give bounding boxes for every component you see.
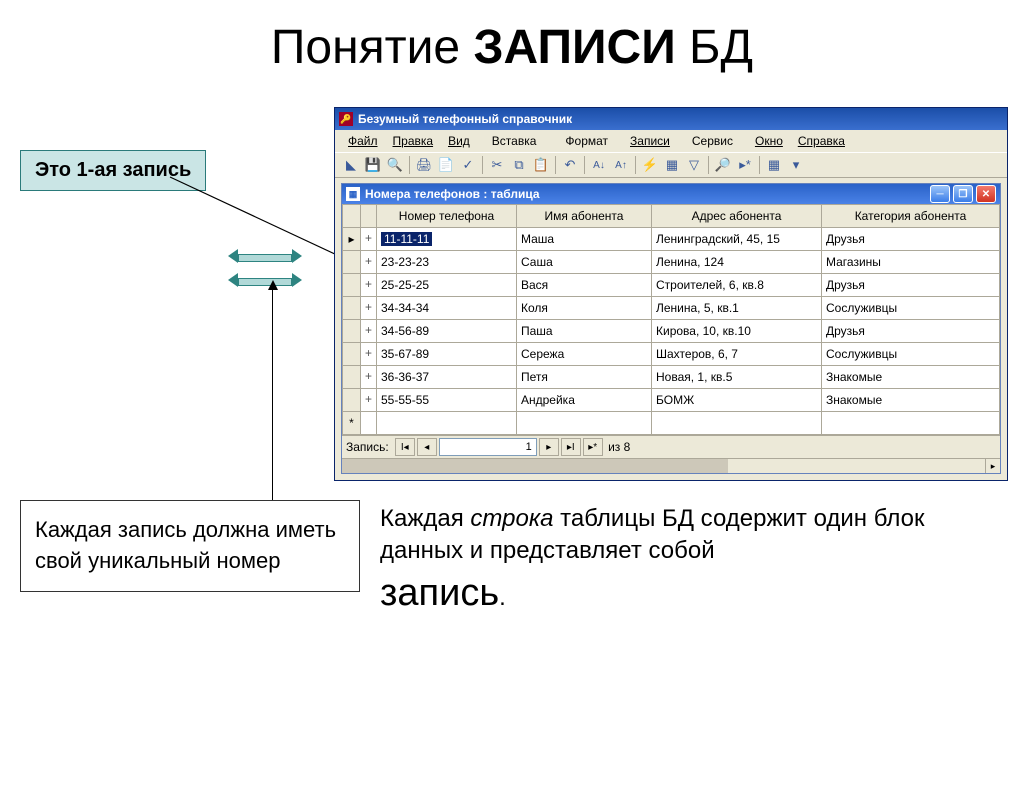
table-row[interactable]: +34-56-89ПашаКирова, 10, кв.10Друзья [343, 320, 1000, 343]
menu-insert[interactable]: Вставка [478, 132, 551, 150]
table-titlebar[interactable]: ▦ Номера телефонов : таблица ─ ❐ ✕ [342, 184, 1000, 204]
new-obj-icon[interactable]: ▾ [786, 156, 806, 174]
nav-first-icon[interactable]: I◂ [395, 438, 415, 456]
filter-form-icon[interactable]: ▦ [662, 156, 682, 174]
table-row[interactable]: +34-34-34КоляЛенина, 5, кв.1Сослуживцы [343, 297, 1000, 320]
col-cat[interactable]: Категория абонента [822, 205, 1000, 228]
col-phone[interactable]: Номер телефона [377, 205, 517, 228]
menu-tools[interactable]: Сервис [678, 132, 747, 150]
paste-icon[interactable]: 📋 [531, 156, 551, 174]
spell-icon[interactable]: ✓ [458, 156, 478, 174]
toolbar: ◣ 💾 🔍 🖨 📄 ✓ ✂ ⧉ 📋 ↶ A↓ A↑ ⚡ ▦ ▽ 🔎 ▸* ▦ ▾ [335, 152, 1007, 178]
table-row[interactable]: +25-25-25ВасяСтроителей, 6, кв.8Друзья [343, 274, 1000, 297]
db-window-icon[interactable]: ▦ [764, 156, 784, 174]
save-icon[interactable]: 💾 [363, 156, 383, 174]
table-row-new[interactable]: * [343, 412, 1000, 435]
sort-desc-icon[interactable]: A↑ [611, 156, 631, 174]
access-app-window: 🔑 Безумный телефонный справочник Файл Пр… [334, 107, 1008, 481]
table-row[interactable]: +36-36-37ПетяНовая, 1, кв.5Знакомые [343, 366, 1000, 389]
menu-file[interactable]: Файл [341, 132, 385, 150]
app-titlebar[interactable]: 🔑 Безумный телефонный справочник [335, 108, 1007, 130]
nav-next-icon[interactable]: ▸ [539, 438, 559, 456]
maximize-button[interactable]: ❐ [953, 185, 973, 203]
description-text: Каждая строка таблицы БД содержит один б… [380, 503, 980, 619]
menu-view[interactable]: Вид [441, 132, 477, 150]
cut-icon[interactable]: ✂ [487, 156, 507, 174]
search-tool-icon[interactable]: 🔍 [385, 156, 405, 174]
arrows-indicator [230, 250, 300, 298]
table-row[interactable]: +55-55-55АндрейкаБОМЖЗнакомые [343, 389, 1000, 412]
copy-icon[interactable]: ⧉ [509, 156, 529, 174]
table-window: ▦ Номера телефонов : таблица ─ ❐ ✕ Номер… [341, 183, 1001, 474]
menu-help[interactable]: Справка [791, 132, 852, 150]
minimize-button[interactable]: ─ [930, 185, 950, 203]
table-row[interactable]: ▸+11-11-11МашаЛенинградский, 45, 15Друзь… [343, 228, 1000, 251]
nav-new-icon[interactable]: ▸* [583, 438, 603, 456]
print-icon[interactable]: 🖨 [414, 156, 434, 174]
menubar: Файл Правка Вид Вставка Формат Записи Се… [335, 130, 1007, 152]
undo-icon[interactable]: ↶ [560, 156, 580, 174]
record-navigator: Запись: I◂ ◂ ▸ ▸I ▸* из 8 [342, 435, 1000, 458]
find-icon[interactable]: 🔎 [713, 156, 733, 174]
vertical-connector [272, 288, 273, 503]
menu-window[interactable]: Окно [748, 132, 790, 150]
table-row[interactable]: +35-67-89СережаШахтеров, 6, 7Сослуживцы [343, 343, 1000, 366]
close-button[interactable]: ✕ [976, 185, 996, 203]
goto-icon[interactable]: ▸* [735, 156, 755, 174]
view-icon[interactable]: ◣ [341, 156, 361, 174]
menu-edit[interactable]: Правка [386, 132, 441, 150]
table-row[interactable]: +23-23-23СашаЛенина, 124Магазины [343, 251, 1000, 274]
access-icon: 🔑 [339, 112, 353, 126]
menu-format[interactable]: Формат [551, 132, 622, 150]
slide-title: Понятие ЗАПИСИ БД [0, 20, 1024, 75]
table-icon: ▦ [346, 187, 360, 201]
col-addr[interactable]: Адрес абонента [652, 205, 822, 228]
nav-prev-icon[interactable]: ◂ [417, 438, 437, 456]
menu-records[interactable]: Записи [623, 132, 677, 150]
preview-icon[interactable]: 📄 [436, 156, 456, 174]
filter-toggle-icon[interactable]: ▽ [684, 156, 704, 174]
record-number-input[interactable] [439, 438, 537, 456]
annotation-first-record: Это 1-ая запись [20, 150, 206, 191]
col-name[interactable]: Имя абонента [517, 205, 652, 228]
nav-last-icon[interactable]: ▸I [561, 438, 581, 456]
sort-asc-icon[interactable]: A↓ [589, 156, 609, 174]
annotation-unique-number: Каждая запись должна иметь свой уникальн… [20, 500, 360, 592]
horizontal-scrollbar[interactable]: ▸ [342, 458, 1000, 473]
filter-sel-icon[interactable]: ⚡ [640, 156, 660, 174]
data-grid[interactable]: Номер телефона Имя абонента Адрес абонен… [342, 204, 1000, 435]
